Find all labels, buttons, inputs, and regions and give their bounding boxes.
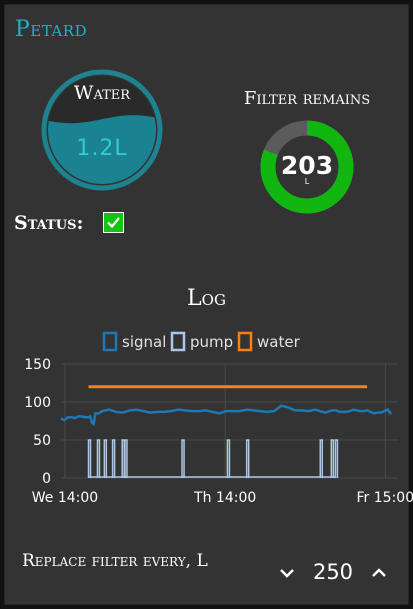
y-tick-label: 150 xyxy=(24,357,51,373)
filter-remains-value: 203 xyxy=(280,151,334,180)
status-label: Status: xyxy=(14,212,84,234)
legend-swatch-signal xyxy=(102,331,118,352)
chevron-down-icon xyxy=(280,569,294,578)
log-title: Log xyxy=(187,286,226,311)
y-tick-label: 50 xyxy=(33,433,51,449)
legend-label-pump: pump xyxy=(190,333,233,351)
legend-label-water: water xyxy=(257,333,301,351)
x-tick-label: Fr 15:00 xyxy=(357,490,413,506)
water-value: 1.2L xyxy=(76,136,128,161)
chevron-up-icon xyxy=(372,568,386,577)
replace-filter-label: Replace filter every, L xyxy=(22,551,208,571)
legend-swatch-pump xyxy=(170,331,186,352)
y-tick-label: 0 xyxy=(42,471,51,487)
x-tick-label: We 14:00 xyxy=(32,490,98,506)
water-label: Water xyxy=(73,82,131,104)
x-tick-label: Th 14:00 xyxy=(193,490,256,506)
y-tick-label: 100 xyxy=(24,395,51,411)
pump-series-line xyxy=(87,439,339,478)
filter-remains-unit: L xyxy=(304,177,310,186)
increment-button[interactable] xyxy=(369,563,389,583)
log-chart: signal pump water 0 50 100 150 We 14:00 Th 14:00… xyxy=(24,331,413,506)
signal-series-line xyxy=(60,404,393,427)
legend-swatch-water xyxy=(237,331,253,352)
replace-filter-value: 250 xyxy=(312,560,354,584)
checkmark-icon xyxy=(107,217,120,229)
status-checkbox[interactable] xyxy=(103,212,124,233)
card-title: Petard xyxy=(15,17,88,42)
filter-remains-label: Filter remains xyxy=(243,88,371,109)
decrement-button[interactable] xyxy=(277,563,297,583)
legend-label-signal: signal xyxy=(122,333,166,351)
